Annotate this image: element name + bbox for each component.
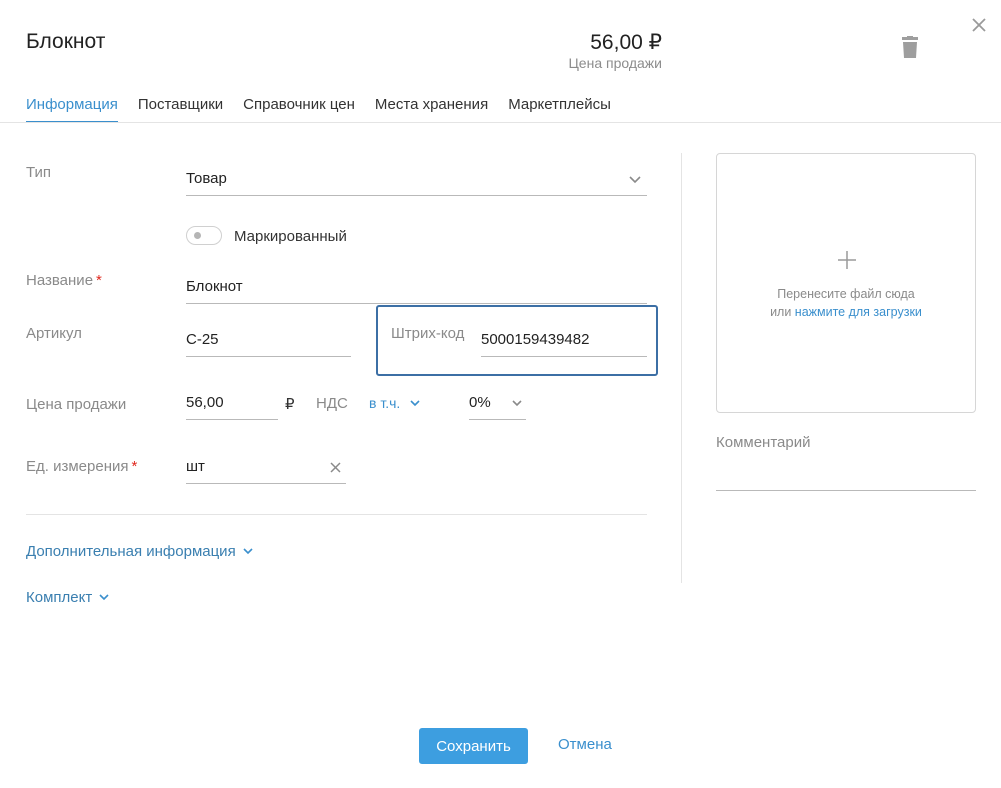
header-price: 56,00 ₽ [590, 31, 662, 54]
name-input[interactable] [186, 278, 647, 295]
upload-hint-prefix: или [770, 305, 795, 319]
unit-label-text: Ед. измерения [26, 458, 129, 475]
upload-hint-line1: Перенесите файл сюда [777, 287, 915, 301]
name-field[interactable] [186, 278, 647, 304]
close-icon[interactable] [967, 13, 991, 37]
sale-price-field[interactable] [186, 394, 278, 420]
clear-icon[interactable] [330, 462, 341, 473]
header-price-caption: Цена продажи [568, 55, 662, 71]
sku-field[interactable] [186, 331, 351, 357]
vat-label: НДС [316, 395, 348, 412]
kit-toggle[interactable]: Комплект [26, 589, 109, 606]
type-select[interactable]: Товар [186, 170, 647, 196]
chevron-down-icon [410, 400, 420, 407]
additional-info-toggle[interactable]: Дополнительная информация [26, 543, 253, 560]
comment-input[interactable] [716, 465, 976, 482]
page-title: Блокнот [26, 30, 106, 53]
vat-mode-select[interactable]: в т.ч. [369, 395, 420, 411]
save-button[interactable]: Сохранить [419, 728, 528, 764]
toggle-knob [194, 232, 201, 239]
barcode-label: Штрих-код [391, 325, 465, 342]
currency-symbol: ₽ [285, 396, 295, 413]
image-upload-dropzone[interactable]: Перенесите файл сюда или нажмите для заг… [716, 153, 976, 413]
upload-hint-line2: или нажмите для загрузки [717, 303, 975, 321]
vat-rate-value: 0% [469, 394, 491, 411]
marked-toggle[interactable] [186, 226, 222, 245]
sale-price-input[interactable] [186, 394, 278, 411]
vat-mode-value: в т.ч. [369, 395, 401, 411]
barcode-input[interactable] [481, 331, 647, 348]
tab-price-list[interactable]: Справочник цен [243, 96, 355, 123]
kit-label: Комплект [26, 589, 93, 606]
required-mark: * [96, 272, 102, 289]
comment-field[interactable] [716, 465, 976, 491]
tabs-divider [0, 122, 1001, 123]
vat-rate-select[interactable]: 0% [469, 394, 526, 420]
sku-label: Артикул [26, 325, 82, 342]
tab-storage[interactable]: Места хранения [375, 96, 488, 123]
barcode-field[interactable] [481, 331, 647, 357]
unit-value: шт [186, 458, 205, 475]
form-divider [26, 514, 647, 515]
type-value: Товар [186, 170, 227, 187]
unit-field[interactable]: шт [186, 458, 346, 484]
unit-label: Ед. измерения * [26, 458, 137, 475]
required-mark: * [131, 458, 138, 475]
trash-icon[interactable] [899, 36, 921, 62]
tabs-bar: Информация Поставщики Справочник цен Мес… [26, 96, 611, 123]
name-label: Название * [26, 272, 102, 289]
sku-input[interactable] [186, 331, 351, 348]
chevron-down-icon [99, 594, 109, 601]
tab-suppliers[interactable]: Поставщики [138, 96, 223, 123]
chevron-down-icon [243, 548, 253, 555]
type-label: Тип [26, 164, 52, 181]
tab-info[interactable]: Информация [26, 96, 118, 123]
marked-label: Маркированный [234, 228, 347, 245]
sale-price-label: Цена продажи [26, 396, 127, 413]
upload-link[interactable]: нажмите для загрузки [795, 305, 922, 319]
cancel-button[interactable]: Отмена [558, 736, 612, 753]
comment-label: Комментарий [716, 434, 811, 451]
chevron-down-icon [629, 176, 641, 184]
chevron-down-icon [512, 400, 522, 407]
column-divider [681, 153, 682, 583]
tab-marketplaces[interactable]: Маркетплейсы [508, 96, 611, 123]
name-label-text: Название [26, 272, 94, 289]
plus-icon [838, 251, 856, 269]
additional-info-label: Дополнительная информация [26, 543, 236, 560]
upload-hint: Перенесите файл сюда или нажмите для заг… [717, 285, 975, 321]
